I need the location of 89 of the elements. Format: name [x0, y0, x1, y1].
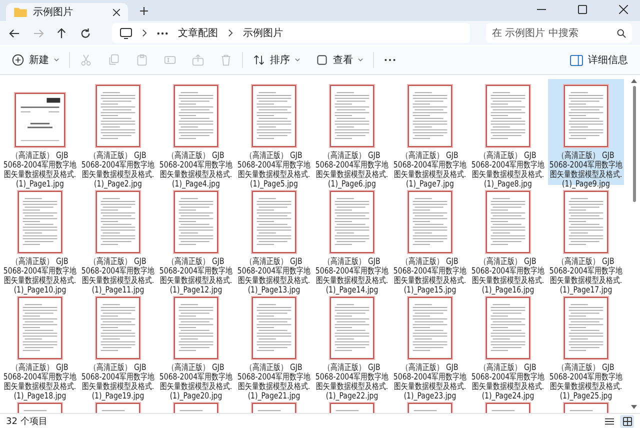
document-thumbnail	[174, 85, 218, 147]
document-thumbnail	[564, 85, 608, 147]
document-thumbnail	[18, 191, 62, 253]
caret-icon	[295, 58, 300, 62]
document-thumbnail	[330, 85, 374, 147]
close-icon[interactable]	[113, 8, 120, 16]
document-thumbnail	[174, 297, 218, 359]
details-pane-icon	[570, 54, 583, 66]
clipboard-icon	[136, 54, 148, 66]
new-button[interactable]: 新建	[6, 49, 65, 71]
chevron-right-icon	[228, 29, 233, 37]
document-thumbnail	[96, 85, 140, 147]
file-name: （高清正版） GJB 5068-2004军用数字地 图矢量数据模型及格式. (1)_Page4.jpg	[158, 151, 234, 189]
large-icons-view-button[interactable]	[620, 414, 634, 428]
document-thumbnail	[330, 191, 374, 253]
document-thumbnail	[486, 85, 530, 147]
file-name: （高清正版） GJB 5068-2004军用数字地 图矢量数据模型及格式. (1)_Page2.jpg	[80, 151, 156, 189]
file-name: （高清正版） GJB 5068-2004军用数字地 图矢量数据模型及格式. (1)_Page6.jpg	[314, 151, 390, 189]
document-thumbnail	[252, 191, 296, 253]
square-icon	[316, 54, 328, 66]
file-name: （高清正版） GJB 5068-2004军用数字地 图矢量数据模型及格式. (1)_Page8.jpg	[470, 151, 546, 189]
file-name: （高清正版） GJB 5068-2004军用数字地 图矢量数据模型及格式. (1)_Page1.jpg	[2, 151, 78, 189]
folder-icon	[14, 7, 27, 17]
file-name: （高清正版） GJB 5068-2004军用数字地 图矢量数据模型及格式. (1)_Page5.jpg	[236, 151, 312, 189]
file-name: （高清正版） GJB 5068-2004军用数字地 图矢量数据模型及格式. (1)_Page17.jpg	[548, 257, 624, 295]
sort-button[interactable]: 排序	[247, 49, 306, 71]
file-name: （高清正版） GJB 5068-2004军用数字地 图矢量数据模型及格式. (1)_Page7.jpg	[392, 151, 468, 189]
file-name: （高清正版） GJB 5068-2004军用数字地 图矢量数据模型及格式. (1)_Page10.jpg	[2, 257, 78, 295]
document-thumbnail	[408, 85, 452, 147]
sort-arrows-icon	[253, 54, 265, 66]
file-name: （高清正版） GJB 5068-2004军用数字地 图矢量数据模型及格式. (1)_Page11.jpg	[80, 257, 156, 295]
tab-title: 示例图片	[33, 6, 74, 19]
view-button[interactable]: 查看	[310, 49, 369, 71]
scissors-icon	[80, 54, 92, 66]
item-count: 32 个项目	[6, 416, 48, 428]
document-thumbnail	[564, 297, 608, 359]
document-thumbnail	[96, 297, 140, 359]
file-name: （高清正版） GJB 5068-2004军用数字地 图矢量数据模型及格式. (1)_Page21.jpg	[236, 363, 312, 401]
file-name: （高清正版） GJB 5068-2004军用数字地 图矢量数据模型及格式. (1)_Page14.jpg	[314, 257, 390, 295]
file-name: （高清正版） GJB 5068-2004军用数字地 图矢量数据模型及格式. (1)_Page24.jpg	[470, 363, 546, 401]
document-thumbnail	[18, 297, 62, 359]
search-field[interactable]: 在 示例图片 中搜索	[486, 23, 632, 43]
document-thumbnail	[252, 297, 296, 359]
plus-circle-icon	[12, 54, 24, 66]
trash-icon	[220, 54, 232, 66]
breadcrumb-item[interactable]: 示例图片	[243, 26, 283, 40]
arrow-icon	[56, 28, 68, 38]
document-thumbnail	[252, 85, 296, 147]
file-name: （高清正版） GJB 5068-2004军用数字地 图矢量数据模型及格式. (1)_Page22.jpg	[314, 363, 390, 401]
address-bar[interactable]: 文章配图 示例图片	[112, 23, 470, 43]
scroll-up-icon[interactable]	[631, 79, 637, 83]
file-name: （高清正版） GJB 5068-2004军用数字地 图矢量数据模型及格式. (1)_Page19.jpg	[80, 363, 156, 401]
file-name: （高清正版） GJB 5068-2004军用数字地 图矢量数据模型及格式. (1)_Page25.jpg	[548, 363, 624, 401]
document-thumbnail	[486, 297, 530, 359]
file-name: （高清正版） GJB 5068-2004军用数字地 图矢量数据模型及格式. (1)_Page16.jpg	[470, 257, 546, 295]
file-name: （高清正版） GJB 5068-2004军用数字地 图矢量数据模型及格式. (1)_Page23.jpg	[392, 363, 468, 401]
arrow-icon	[32, 28, 44, 38]
document-thumbnail	[15, 93, 65, 147]
document-thumbnail	[564, 191, 608, 253]
document-thumbnail	[174, 191, 218, 253]
breadcrumb-item[interactable]: 文章配图	[178, 26, 218, 40]
file-name: （高清正版） GJB 5068-2004军用数字地 图矢量数据模型及格式. (1)_Page20.jpg	[158, 363, 234, 401]
copy-icon	[108, 54, 120, 66]
caret-icon	[358, 58, 363, 62]
refresh-icon	[80, 28, 91, 38]
chevron-right-icon	[142, 29, 147, 37]
rename-icon	[164, 54, 176, 66]
document-thumbnail	[408, 297, 452, 359]
file-name: （高清正版） GJB 5068-2004军用数字地 图矢量数据模型及格式. (1)_Page12.jpg	[158, 257, 234, 295]
new-tab-icon[interactable]	[140, 6, 148, 14]
folder-tab[interactable]: 示例图片	[6, 3, 128, 21]
close-icon[interactable]	[619, 5, 628, 14]
details-button[interactable]: 详细信息	[564, 49, 634, 71]
file-name: （高清正版） GJB 5068-2004军用数字地 图矢量数据模型及格式. (1)_Page15.jpg	[392, 257, 468, 295]
file-name: （高清正版） GJB 5068-2004军用数字地 图矢量数据模型及格式. (1)_Page13.jpg	[236, 257, 312, 295]
more-icon[interactable]	[157, 32, 168, 34]
document-thumbnail	[408, 191, 452, 253]
monitor-icon	[120, 28, 132, 38]
scroll-down-icon[interactable]	[631, 405, 637, 409]
search-icon	[617, 28, 626, 38]
document-thumbnail	[330, 297, 374, 359]
arrow-icon	[9, 28, 20, 38]
document-thumbnail	[486, 191, 530, 253]
caret-icon	[54, 58, 59, 62]
search-input[interactable]: 在 示例图片 中搜索	[492, 28, 617, 38]
file-name: （高清正版） GJB 5068-2004军用数字地 图矢量数据模型及格式. (1)_Page18.jpg	[2, 363, 78, 401]
share-icon	[192, 54, 204, 66]
document-thumbnail	[96, 191, 140, 253]
maximize-icon[interactable]	[578, 5, 587, 14]
